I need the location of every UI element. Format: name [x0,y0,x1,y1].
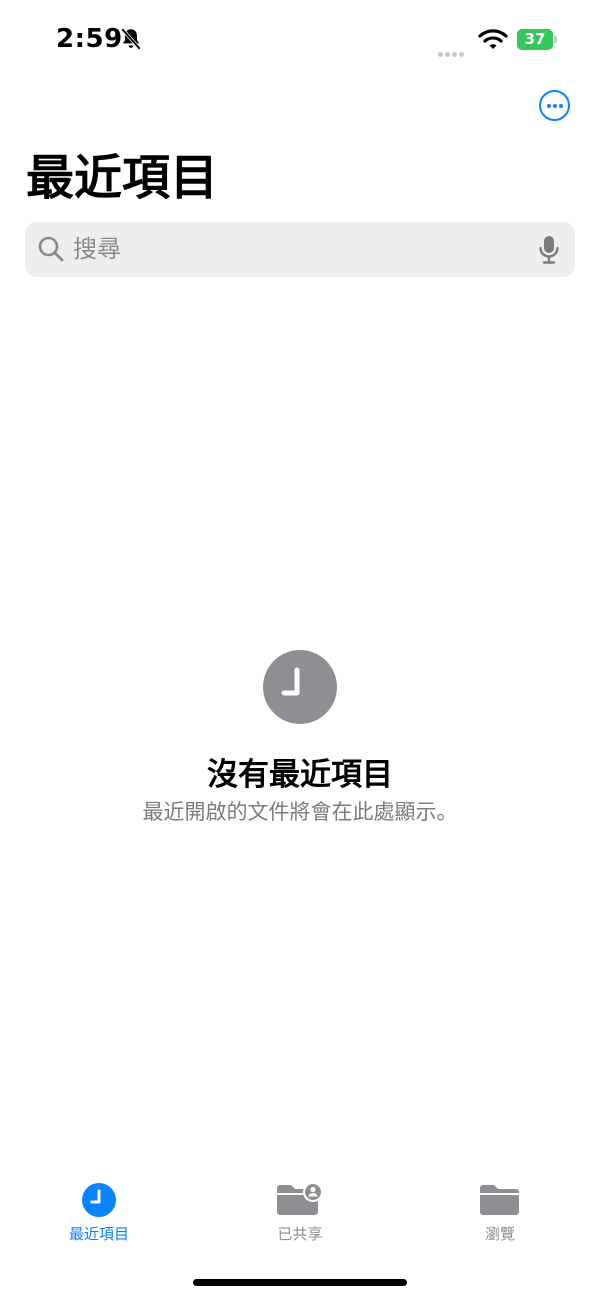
tab-shared[interactable]: 已共享 [220,1170,380,1244]
status-bar: 2:59 37 [0,0,600,80]
ellipsis-circle-icon [546,104,551,108]
home-indicator[interactable] [193,1279,407,1286]
magnifying-glass-icon [38,236,64,262]
search-placeholder: 搜尋 [73,235,121,263]
status-time: 2:59 [56,24,123,54]
search-field[interactable]: 搜尋 [25,222,575,277]
tab-label: 已共享 [277,1225,323,1243]
tab-label: 瀏覽 [484,1225,515,1243]
bell-slash-icon [121,28,141,50]
shared-folder-icon [277,1182,323,1215]
clock-icon [82,1183,116,1217]
empty-state-title: 沒有最近項目 [207,757,393,793]
battery-charging-icon: 37 [517,29,559,50]
battery-level: 37 [517,29,553,50]
clock-icon [263,650,337,724]
cellular-signal-icon [438,42,466,61]
tab-bar: 最近項目 已共享 瀏覽 [0,1170,600,1260]
microphone-icon[interactable] [538,235,560,265]
tab-recents[interactable]: 最近項目 [19,1170,179,1244]
tab-browse[interactable]: 瀏覽 [420,1170,580,1244]
empty-state-subtitle: 最近開啟的文件將會在此處顯示。 [142,800,458,824]
folder-icon [480,1185,519,1215]
more-options-button[interactable] [539,90,570,121]
page-title: 最近項目 [26,150,219,206]
wifi-icon [478,29,508,49]
tab-label: 最近項目 [68,1225,129,1243]
